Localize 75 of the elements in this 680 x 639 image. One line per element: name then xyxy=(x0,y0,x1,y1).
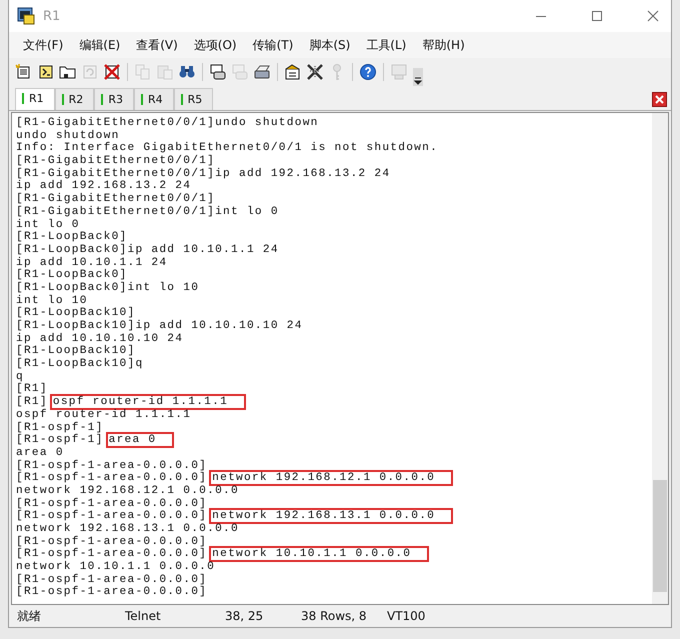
terminal-line: [R1-ospf-1-area-0.0.0.0] xyxy=(16,472,208,484)
terminal-line: [R1] xyxy=(16,396,48,408)
terminal-line: [R1-LoopBack10]ip add 10.10.10.10 24 xyxy=(16,320,303,332)
terminal-line: int lo 0 xyxy=(16,218,80,230)
menu-item[interactable]: 脚本(S) xyxy=(303,34,356,56)
terminal-line: Info: Interface GigabitEthernet0/0/1 is not shutdown. xyxy=(16,142,438,154)
session-options-icon[interactable] xyxy=(284,63,302,81)
menu-item[interactable]: 选项(O) xyxy=(188,34,243,56)
terminal-line: [R1-ospf-1-area-0.0.0.0] xyxy=(16,498,208,510)
terminal-line: [R1-ospf-1-area-0.0.0.0] xyxy=(16,574,208,586)
terminal-line: [R1-ospf-1] xyxy=(16,422,104,434)
session-tab[interactable]: R1 xyxy=(15,88,55,110)
terminal-line: [R1] xyxy=(16,383,48,396)
session-tab[interactable]: R2 xyxy=(54,88,94,110)
menu-item[interactable]: 查看(V) xyxy=(130,34,184,56)
session-tab[interactable]: R5 xyxy=(174,88,214,110)
app-icon xyxy=(17,7,35,25)
maximize-icon[interactable] xyxy=(591,10,603,22)
menu-item[interactable]: 工具(L) xyxy=(360,34,412,56)
terminal-line: ip add 10.10.10.10 24 xyxy=(16,332,184,345)
disconnect-icon[interactable] xyxy=(103,63,121,81)
terminal-line: int lo 10 xyxy=(16,294,88,307)
terminal-line: [R1-LoopBack10] xyxy=(16,307,136,320)
status-field: 38 Rows, 8 xyxy=(293,609,379,623)
terminal-line: network 10.10.1.1 0.0.0.0 xyxy=(16,561,216,574)
terminal-line: [R1-LoopBack0] xyxy=(16,269,128,282)
terminal-line: [R1-GigabitEthernet0/0/1]undo shutdown xyxy=(16,117,319,129)
terminal-line: [R1-LoopBack0]ip add 10.10.1.1 24 xyxy=(16,244,279,256)
terminal-line: [R1-LoopBack10] xyxy=(16,345,136,358)
status-field: VT100 xyxy=(379,609,434,623)
terminal-line: [R1-ospf-1-area-0.0.0.0] xyxy=(16,586,208,598)
menu-item[interactable]: 传输(T) xyxy=(246,34,300,56)
highlighted-command: network 192.168.13.1 0.0.0.0 xyxy=(209,508,454,524)
terminal-line: [R1-ospf-1-area-0.0.0.0] xyxy=(16,536,208,548)
menu-item[interactable]: 帮助(H) xyxy=(416,34,471,56)
terminal-line: [R1-GigabitEthernet0/0/1]ip add 192.168.13.2 24 xyxy=(16,168,390,180)
terminal-line: undo shutdown xyxy=(16,130,120,142)
close-icon[interactable] xyxy=(647,10,659,22)
status-field: 就绪 xyxy=(9,608,117,624)
terminal-line: [R1-ospf-1-area-0.0.0.0] xyxy=(16,510,208,522)
tools-icon[interactable] xyxy=(306,63,324,81)
terminal-line: q xyxy=(16,370,24,383)
menu-item[interactable]: 编辑(E) xyxy=(73,34,126,56)
scrollbar-thumb[interactable] xyxy=(653,480,667,592)
status-field: 38, 25 xyxy=(217,609,293,623)
scrollbar[interactable] xyxy=(652,113,668,604)
terminal-line: network 192.168.12.1 0.0.0.0 xyxy=(16,484,239,497)
status-field: Telnet xyxy=(117,609,217,623)
session-tab[interactable]: R4 xyxy=(134,88,174,110)
highlighted-command: network 192.168.12.1 0.0.0.0 xyxy=(209,470,454,486)
terminal-line: area 0 xyxy=(16,446,64,459)
printer-icon[interactable] xyxy=(253,63,271,81)
terminal-line: [R1-LoopBack0] xyxy=(16,231,128,244)
terminal-line: [R1-GigabitEthernet0/0/1] xyxy=(16,155,216,168)
terminal-line: ip add 192.168.13.2 24 xyxy=(16,180,192,192)
terminal-line: [R1-GigabitEthernet0/0/1]int lo 0 xyxy=(16,206,279,218)
terminal-line: [R1-LoopBack0]int lo 10 xyxy=(16,282,200,294)
session-tab[interactable]: R3 xyxy=(94,88,134,110)
highlighted-command: network 10.10.1.1 0.0.0.0 xyxy=(209,546,430,562)
overflow-icon[interactable] xyxy=(413,68,423,86)
quick-connect-icon[interactable] xyxy=(37,63,55,81)
highlighted-command: area 0 xyxy=(106,432,174,448)
help-icon[interactable] xyxy=(359,63,377,81)
terminal-line: [R1-ospf-1] xyxy=(16,434,104,446)
terminal-line: [R1-LoopBack10]q xyxy=(16,358,144,370)
window-title: R1 xyxy=(43,8,60,24)
terminal-line: [R1-ospf-1-area-0.0.0.0] xyxy=(16,548,208,560)
terminal-line: [R1-ospf-1-area-0.0.0.0] xyxy=(16,460,208,472)
terminal-line: [R1-GigabitEthernet0/0/1] xyxy=(16,193,216,206)
print-setup-icon[interactable] xyxy=(209,63,227,81)
terminal-line: ospf router-id 1.1.1.1 xyxy=(16,408,192,421)
menu-item[interactable]: 文件(F) xyxy=(17,34,70,56)
close-tab-icon[interactable] xyxy=(652,92,667,106)
terminal-line: network 192.168.13.1 0.0.0.0 xyxy=(16,523,239,535)
terminal-line: ip add 10.10.1.1 24 xyxy=(16,256,168,269)
